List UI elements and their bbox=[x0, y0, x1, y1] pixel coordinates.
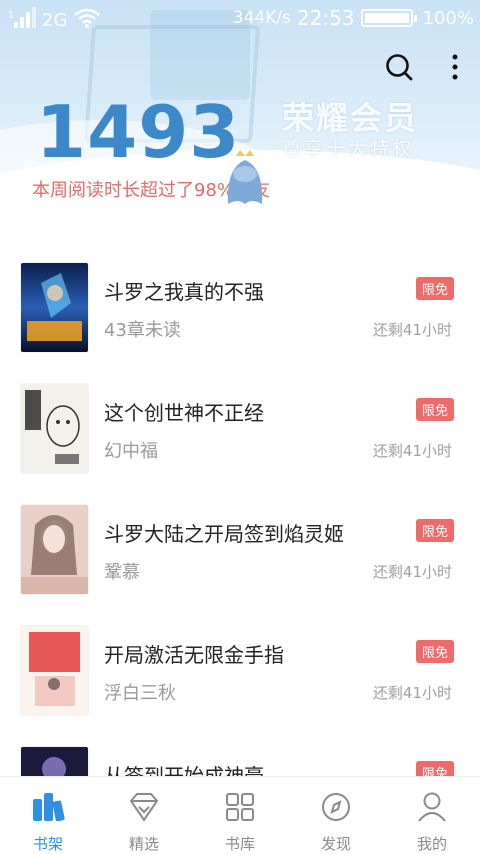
tab-label: 精选 bbox=[128, 835, 159, 853]
top-actions bbox=[384, 52, 460, 82]
time-remaining: 还剩41小时 bbox=[372, 684, 452, 702]
book-cover[interactable] bbox=[21, 505, 88, 594]
vip-subtitle[interactable]: 尊享十大特权 bbox=[282, 134, 414, 161]
book-list: 斗罗之我真的不强 43章未读 限免 还剩41小时 这个创世神不正经 幻中福 限免… bbox=[0, 250, 480, 776]
tab-profile[interactable]: 我的 bbox=[384, 777, 480, 855]
bookshelf-icon bbox=[31, 791, 65, 827]
book-title[interactable]: 斗罗之我真的不强 bbox=[104, 276, 264, 305]
wifi-icon bbox=[73, 7, 101, 34]
search-icon[interactable] bbox=[384, 52, 414, 82]
more-menu-icon[interactable] bbox=[450, 52, 460, 82]
book-author: 幻中福 bbox=[104, 441, 158, 462]
network-type: 2G bbox=[42, 10, 68, 31]
book-item[interactable]: 斗罗之我真的不强 43章未读 限免 还剩41小时 bbox=[0, 250, 480, 371]
book-item[interactable]: 开局激活无限金手指 浮白三秋 限免 还剩41小时 bbox=[0, 613, 480, 734]
tab-label: 书架 bbox=[32, 835, 63, 853]
battery-icon bbox=[360, 9, 417, 27]
book-cover[interactable] bbox=[21, 263, 88, 352]
free-badge: 限免 bbox=[415, 761, 454, 776]
book-author: 浮白三秋 bbox=[104, 683, 176, 704]
book-title[interactable]: 斗罗大陆之开局签到焰灵姬 bbox=[104, 518, 344, 547]
network-speed: 344K/s bbox=[232, 8, 291, 28]
time-remaining: 还剩41小时 bbox=[372, 442, 452, 460]
tab-discover[interactable]: 发现 bbox=[288, 777, 384, 855]
tab-library[interactable]: 书库 bbox=[192, 777, 288, 855]
free-badge: 限免 bbox=[415, 398, 454, 421]
mascot-icon bbox=[222, 148, 268, 212]
status-bar: 1 2G 344K/s 22:53 100% bbox=[0, 0, 480, 38]
free-badge: 限免 bbox=[415, 519, 454, 542]
book-item[interactable]: 从签到开始成神豪 限免 bbox=[0, 734, 480, 776]
clock: 22:53 bbox=[296, 6, 355, 30]
compass-icon bbox=[319, 791, 353, 827]
vip-title[interactable]: 荣耀会员 bbox=[282, 93, 418, 139]
time-remaining: 还剩41小时 bbox=[372, 563, 452, 581]
free-badge: 限免 bbox=[415, 277, 454, 300]
tab-bookshelf[interactable]: 书架 bbox=[0, 777, 96, 855]
user-icon bbox=[415, 791, 449, 827]
tab-label: 书库 bbox=[224, 835, 255, 853]
tab-label: 发现 bbox=[320, 835, 351, 853]
battery-percent: 100% bbox=[422, 7, 474, 29]
book-title[interactable]: 从签到开始成神豪 bbox=[104, 760, 264, 776]
book-cover[interactable] bbox=[21, 747, 88, 776]
diamond-icon bbox=[127, 791, 161, 827]
book-cover[interactable] bbox=[21, 384, 88, 473]
sim-icon: 1 bbox=[8, 6, 36, 35]
book-title[interactable]: 开局激活无限金手指 bbox=[104, 639, 284, 668]
book-progress: 43章未读 bbox=[104, 320, 181, 341]
bottom-tab-bar: 书架 精选 书库 发现 我的 bbox=[0, 776, 480, 855]
grid-icon bbox=[223, 791, 257, 827]
book-item[interactable]: 斗罗大陆之开局签到焰灵姬 鞏慕 限免 还剩41小时 bbox=[0, 492, 480, 613]
book-cover[interactable] bbox=[21, 626, 88, 715]
tab-label: 我的 bbox=[416, 835, 447, 853]
book-title[interactable]: 这个创世神不正经 bbox=[104, 397, 264, 426]
svg-text:1: 1 bbox=[8, 10, 14, 21]
tab-featured[interactable]: 精选 bbox=[96, 777, 192, 855]
book-author: 鞏慕 bbox=[104, 562, 140, 583]
free-badge: 限免 bbox=[415, 640, 454, 663]
book-item[interactable]: 这个创世神不正经 幻中福 限免 还剩41小时 bbox=[0, 371, 480, 492]
reading-time-number[interactable]: 1493 bbox=[36, 92, 240, 172]
time-remaining: 还剩41小时 bbox=[372, 321, 452, 339]
